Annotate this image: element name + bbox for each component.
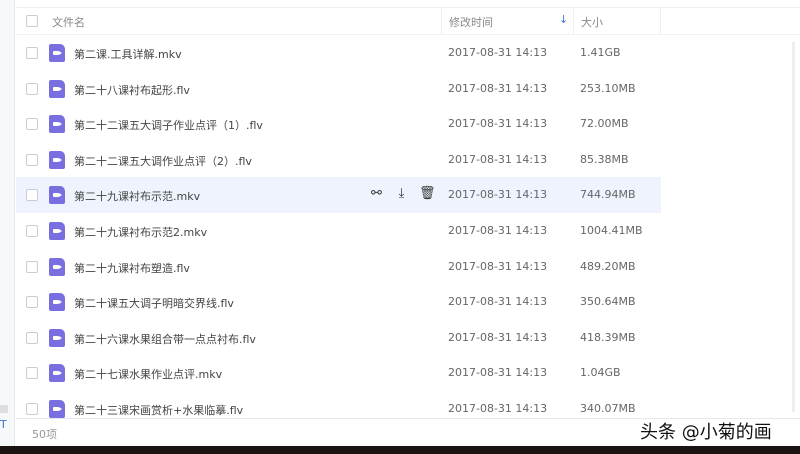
item-count: 50项 [32, 428, 57, 441]
video-file-icon [49, 150, 65, 169]
file-time: 2017-08-31 14:13 [448, 117, 548, 131]
file-row[interactable]: 第二十七课水果作业点评.mkv 2017-08-31 14:13 1.04GB [16, 355, 661, 391]
file-size: 418.39MB [580, 330, 636, 344]
row-checkbox[interactable] [26, 331, 38, 344]
file-time: 2017-08-31 14:13 [448, 401, 548, 415]
sort-desc-icon[interactable]: ↓ [559, 13, 568, 26]
file-size: 1.41GB [580, 46, 621, 59]
file-size: 85.38MB [580, 152, 629, 166]
file-name[interactable]: 第二十九课衬布示范2.mkv [74, 224, 207, 240]
video-file-icon [49, 328, 65, 347]
video-file-icon [49, 399, 65, 418]
row-actions: ⚯ ⤓ 🗑 [369, 186, 436, 202]
file-row[interactable]: 第二课.工具详解.mkv 2017-08-31 14:13 1.41GB [16, 35, 661, 71]
row-checkbox[interactable] [26, 47, 38, 59]
file-time: 2017-08-31 14:13 [448, 223, 548, 237]
table-header: 文件名 修改时间 ↓ 大小 [16, 7, 800, 35]
video-file-icon [49, 115, 65, 134]
file-row[interactable]: 第二十九课衬布示范.mkv ⚯ ⤓ 🗑 2017-08-31 14:13 744.94MB [16, 177, 661, 213]
video-file-icon [49, 257, 65, 276]
file-size: 253.10MB [580, 81, 636, 95]
file-name[interactable]: 第二十八课衬布起形.flv [74, 82, 190, 98]
file-size: 1.04GB [580, 366, 621, 380]
video-file-icon [49, 221, 65, 240]
video-file-icon [49, 186, 65, 205]
file-row[interactable]: 第二十课五大调子明暗交界线.flv 2017-08-31 14:13 350.64M… [16, 284, 661, 320]
file-name[interactable]: 第二十六课水果组合带一点点衬布.flv [74, 331, 256, 347]
video-file-icon [49, 293, 65, 312]
video-file-icon [49, 44, 65, 62]
row-checkbox[interactable] [26, 402, 38, 415]
taskbar-strip [0, 446, 800, 454]
select-all-checkbox[interactable] [26, 15, 38, 27]
row-checkbox[interactable] [26, 189, 38, 202]
row-checkbox[interactable] [26, 367, 38, 380]
sidebar-edge: T [0, 0, 15, 446]
row-checkbox[interactable] [26, 260, 38, 273]
file-time: 2017-08-31 14:13 [448, 295, 548, 309]
file-name[interactable]: 第二十九课衬布塑造.flv [74, 260, 190, 276]
file-size: 72.00MB [580, 117, 629, 131]
file-time: 2017-08-31 14:13 [448, 366, 548, 380]
column-header-time[interactable]: 修改时间 [441, 8, 573, 34]
row-checkbox[interactable] [26, 82, 38, 95]
video-file-icon [49, 364, 65, 383]
file-size: 350.64MB [580, 295, 636, 309]
row-checkbox[interactable] [26, 153, 38, 166]
file-name[interactable]: 第二十九课衬布示范.mkv [74, 188, 200, 204]
sidebar-block [0, 405, 8, 413]
download-icon[interactable]: ⤓ [394, 186, 409, 202]
file-time: 2017-08-31 14:13 [448, 330, 548, 344]
share-icon[interactable]: ⚯ [369, 186, 384, 202]
file-name[interactable]: 第二十七课水果作业点评.mkv [74, 366, 222, 382]
file-time: 2017-08-31 14:13 [448, 188, 548, 202]
file-size: 489.20MB [580, 259, 636, 273]
video-file-icon [49, 79, 65, 98]
file-size: 340.07MB [580, 401, 636, 415]
file-name[interactable]: 第二十二课五大调作业点评（2）.flv [74, 153, 252, 169]
row-checkbox[interactable] [26, 118, 38, 131]
file-list: 第二课.工具详解.mkv 2017-08-31 14:13 1.41GB 第二十八课衬… [16, 35, 661, 427]
file-row[interactable]: 第二十九课衬布塑造.flv 2017-08-31 14:13 489.20MB [16, 249, 661, 285]
file-time: 2017-08-31 14:13 [448, 81, 548, 95]
file-name[interactable]: 第二十二课五大调子作业点评（1）.flv [74, 117, 263, 133]
row-checkbox[interactable] [26, 296, 38, 309]
file-row[interactable]: 第二十二课五大调子作业点评（1）.flv 2017-08-31 14:13 72.0… [16, 106, 661, 142]
column-header-size-label: 大小 [581, 16, 603, 29]
file-size: 1004.41MB [580, 223, 643, 237]
sidebar-fragment: T [0, 418, 7, 431]
file-row[interactable]: 第二十九课衬布示范2.mkv 2017-08-31 14:13 1004.41MB [16, 213, 661, 249]
column-header-name[interactable]: 文件名 [52, 14, 85, 30]
file-time: 2017-08-31 14:13 [448, 46, 548, 59]
file-row[interactable]: 第二十八课衬布起形.flv 2017-08-31 14:13 253.10MB [16, 71, 661, 107]
delete-icon[interactable]: 🗑 [419, 186, 436, 202]
column-header-time-label: 修改时间 [449, 16, 493, 29]
file-name[interactable]: 第二课.工具详解.mkv [74, 46, 182, 62]
file-name[interactable]: 第二十课五大调子明暗交界线.flv [74, 295, 234, 311]
file-name[interactable]: 第二十三课宋画赏析+水果临摹.flv [74, 402, 243, 418]
file-row[interactable]: 第二十六课水果组合带一点点衬布.flv 2017-08-31 14:13 418.3… [16, 320, 661, 356]
column-header-size[interactable]: 大小 [573, 8, 661, 34]
scrollbar[interactable] [792, 42, 795, 412]
file-size: 744.94MB [580, 188, 636, 202]
watermark: 头条 @小菊的画 [640, 422, 772, 443]
file-time: 2017-08-31 14:13 [448, 152, 548, 166]
file-time: 2017-08-31 14:13 [448, 259, 548, 273]
file-row[interactable]: 第二十二课五大调作业点评（2）.flv 2017-08-31 14:13 85.38… [16, 142, 661, 178]
row-checkbox[interactable] [26, 224, 38, 237]
